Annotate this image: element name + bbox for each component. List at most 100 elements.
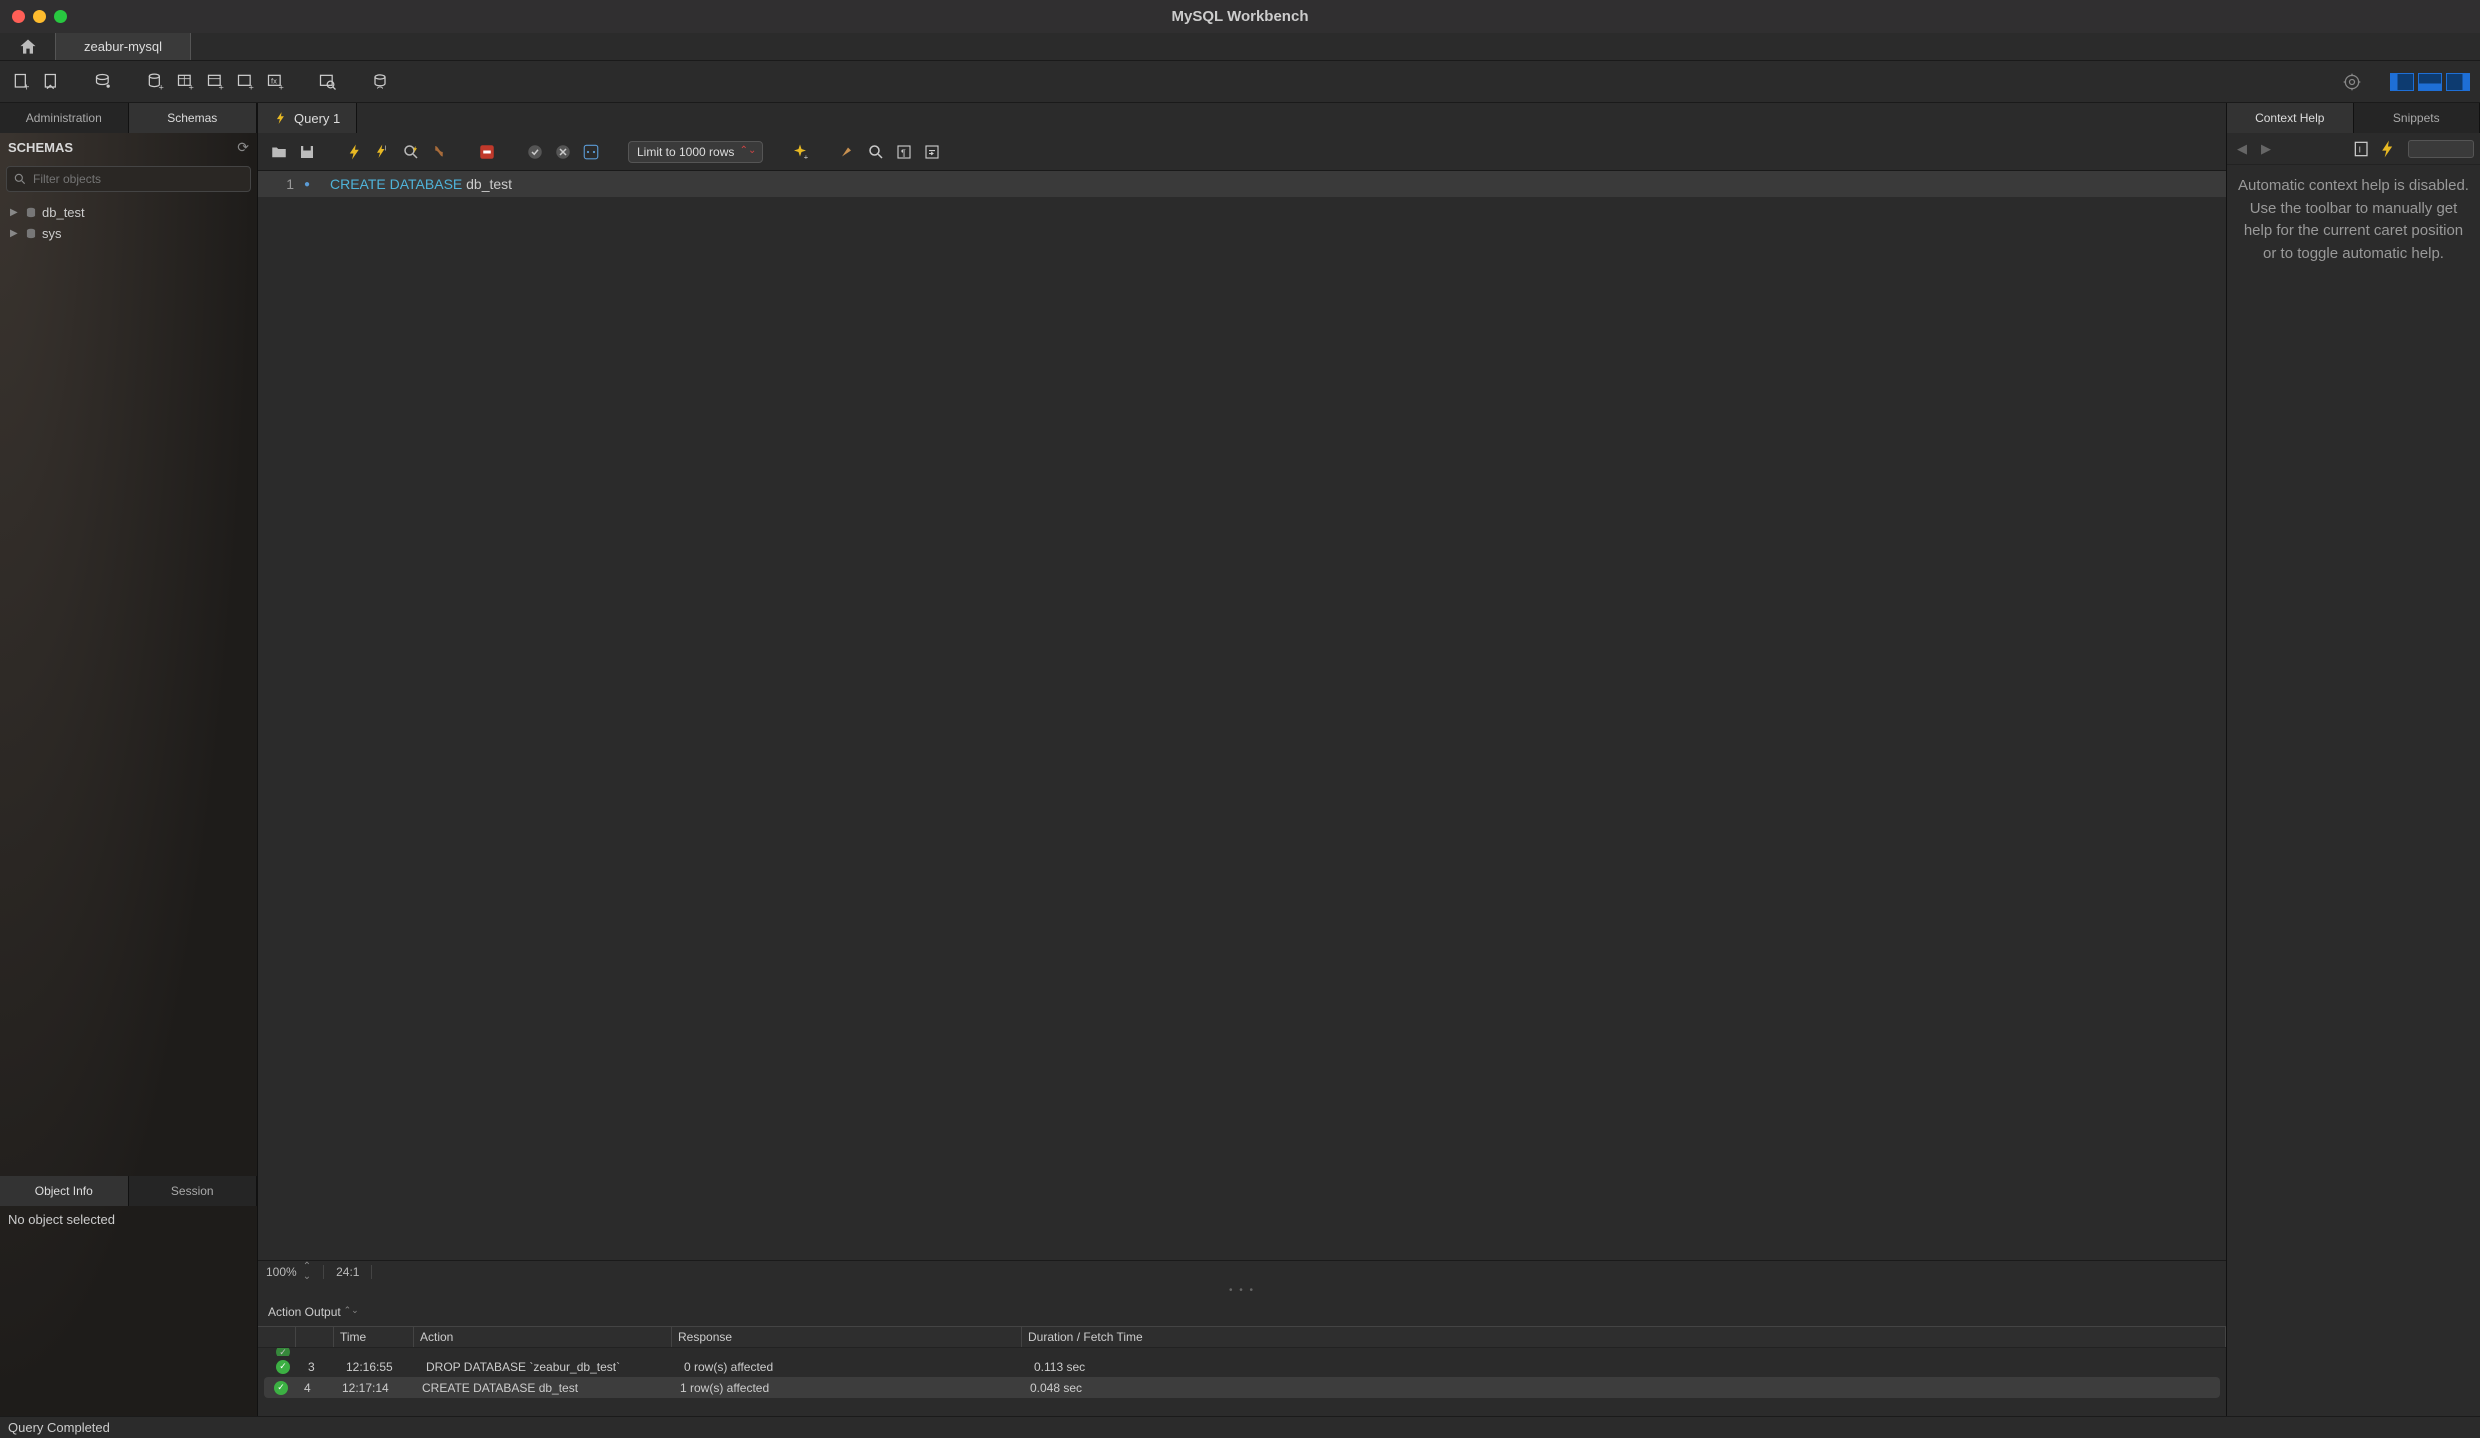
inspector-button[interactable] xyxy=(92,70,116,94)
toggle-autocommit-button[interactable] xyxy=(476,141,498,163)
col-index[interactable] xyxy=(296,1327,334,1347)
col-status[interactable] xyxy=(258,1327,296,1347)
close-window-button[interactable] xyxy=(12,10,25,23)
connection-tab[interactable]: zeabur-mysql xyxy=(56,33,191,60)
minimize-window-button[interactable] xyxy=(33,10,46,23)
success-icon: ✓ xyxy=(276,1360,290,1374)
row-action: CREATE DATABASE db_test xyxy=(420,1381,678,1395)
table-row[interactable]: ✓ 4 12:17:14 CREATE DATABASE db_test 1 r… xyxy=(264,1377,2220,1398)
table-row[interactable]: ✓ 3 12:16:55 DROP DATABASE `zeabur_db_te… xyxy=(258,1356,2226,1377)
toggle-right-panel-button[interactable] xyxy=(2446,73,2470,91)
tab-schemas[interactable]: Schemas xyxy=(129,103,258,133)
bolt-icon xyxy=(274,111,288,125)
expand-icon: ▶ xyxy=(10,228,20,239)
status-bar: Query Completed xyxy=(0,1416,2480,1438)
search-icon xyxy=(13,172,27,186)
schema-name: sys xyxy=(42,226,62,241)
create-schema-button[interactable]: + xyxy=(144,70,168,94)
zoom-stepper[interactable]: ⌃⌄ xyxy=(303,1262,311,1282)
tab-object-info[interactable]: Object Info xyxy=(0,1176,129,1206)
stop-button[interactable] xyxy=(428,141,450,163)
help-manual-lookup-button[interactable]: I xyxy=(2352,139,2372,159)
beautify-button[interactable]: + xyxy=(789,141,811,163)
save-file-button[interactable] xyxy=(296,141,318,163)
help-back-button[interactable]: ◀ xyxy=(2233,140,2251,158)
create-procedure-button[interactable]: + xyxy=(234,70,258,94)
output-header: Action Output xyxy=(258,1298,2226,1326)
reconnect-button[interactable] xyxy=(368,70,392,94)
help-auto-toggle-button[interactable] xyxy=(2378,139,2398,159)
maximize-window-button[interactable] xyxy=(54,10,67,23)
tab-session[interactable]: Session xyxy=(129,1176,258,1206)
status-text: Query Completed xyxy=(8,1420,110,1435)
execute-current-button[interactable]: I xyxy=(372,141,394,163)
table-row[interactable]: ✓ xyxy=(258,1348,2226,1356)
tab-context-help[interactable]: Context Help xyxy=(2227,103,2354,133)
window-title: MySQL Workbench xyxy=(1172,8,1309,25)
success-icon: ✓ xyxy=(274,1381,288,1395)
find-button[interactable] xyxy=(865,141,887,163)
object-info-panel: No object selected xyxy=(0,1206,257,1416)
output-table-header: Time Action Response Duration / Fetch Ti… xyxy=(258,1326,2226,1348)
sql-editor[interactable]: 1 ● CREATE DATABASE db_test xyxy=(258,171,2226,1260)
connection-tabs: zeabur-mysql xyxy=(0,33,2480,61)
rollback-button[interactable] xyxy=(552,141,574,163)
toggle-whitespace-button[interactable] xyxy=(580,141,602,163)
query-tab[interactable]: Query 1 xyxy=(258,103,357,133)
limit-rows-select[interactable]: Limit to 1000 rows xyxy=(628,141,763,163)
schema-item[interactable]: ▶ sys xyxy=(0,223,257,244)
open-file-button[interactable] xyxy=(268,141,290,163)
row-index: 3 xyxy=(302,1360,340,1374)
row-response: 1 row(s) affected xyxy=(678,1381,1028,1395)
vertical-resize-handle[interactable]: • • • xyxy=(258,1282,2226,1298)
title-bar: MySQL Workbench xyxy=(0,0,2480,33)
new-sql-file-button[interactable]: + xyxy=(10,70,34,94)
filter-objects-box[interactable] xyxy=(6,166,251,192)
col-duration[interactable]: Duration / Fetch Time xyxy=(1022,1327,2226,1347)
open-sql-file-button[interactable] xyxy=(40,70,64,94)
col-action[interactable]: Action xyxy=(414,1327,672,1347)
toggle-bottom-panel-button[interactable] xyxy=(2418,73,2442,91)
line-number: 1 xyxy=(258,176,304,192)
search-table-data-button[interactable] xyxy=(316,70,340,94)
commit-button[interactable] xyxy=(524,141,546,163)
output-table: Time Action Response Duration / Fetch Ti… xyxy=(258,1326,2226,1398)
schemas-header: SCHEMAS xyxy=(8,140,73,155)
svg-text:+: + xyxy=(159,82,164,92)
col-time[interactable]: Time xyxy=(334,1327,414,1347)
svg-text:I: I xyxy=(385,143,387,152)
code-text: CREATE DATABASE db_test xyxy=(320,176,512,192)
schema-item[interactable]: ▶ db_test xyxy=(0,202,257,223)
svg-text:I: I xyxy=(2358,144,2360,154)
filter-objects-input[interactable] xyxy=(31,170,244,188)
code-line: 1 ● CREATE DATABASE db_test xyxy=(258,171,2226,197)
panel-toggle-group xyxy=(2390,73,2470,91)
right-sidebar: Context Help Snippets ◀ ▶ I Automatic co… xyxy=(2226,103,2480,1416)
svg-text:¶: ¶ xyxy=(901,147,906,157)
query-tab-label: Query 1 xyxy=(294,111,340,126)
create-view-button[interactable]: + xyxy=(204,70,228,94)
help-toolbar: ◀ ▶ I xyxy=(2227,133,2480,165)
svg-text:+: + xyxy=(804,152,809,161)
settings-icon[interactable] xyxy=(2342,72,2362,92)
explain-button[interactable] xyxy=(400,141,422,163)
wrap-button[interactable] xyxy=(921,141,943,163)
toggle-left-panel-button[interactable] xyxy=(2390,73,2414,91)
create-function-button[interactable]: fx+ xyxy=(264,70,288,94)
execute-button[interactable] xyxy=(344,141,366,163)
refresh-schemas-icon[interactable]: ⟳ xyxy=(237,139,249,156)
help-forward-button[interactable]: ▶ xyxy=(2257,140,2275,158)
home-icon xyxy=(18,37,38,57)
svg-text:+: + xyxy=(189,82,194,92)
create-table-button[interactable]: + xyxy=(174,70,198,94)
tab-snippets[interactable]: Snippets xyxy=(2354,103,2480,133)
output-type-select[interactable]: Action Output xyxy=(264,1303,361,1321)
toggle-invisible-button[interactable]: ¶ xyxy=(893,141,915,163)
help-search-input[interactable] xyxy=(2408,140,2475,158)
row-response: 0 row(s) affected xyxy=(678,1360,1028,1374)
tab-administration[interactable]: Administration xyxy=(0,103,129,133)
query-tabs: Query 1 xyxy=(258,103,2226,133)
brush-button[interactable] xyxy=(837,141,859,163)
home-tab[interactable] xyxy=(0,33,56,60)
col-response[interactable]: Response xyxy=(672,1327,1022,1347)
